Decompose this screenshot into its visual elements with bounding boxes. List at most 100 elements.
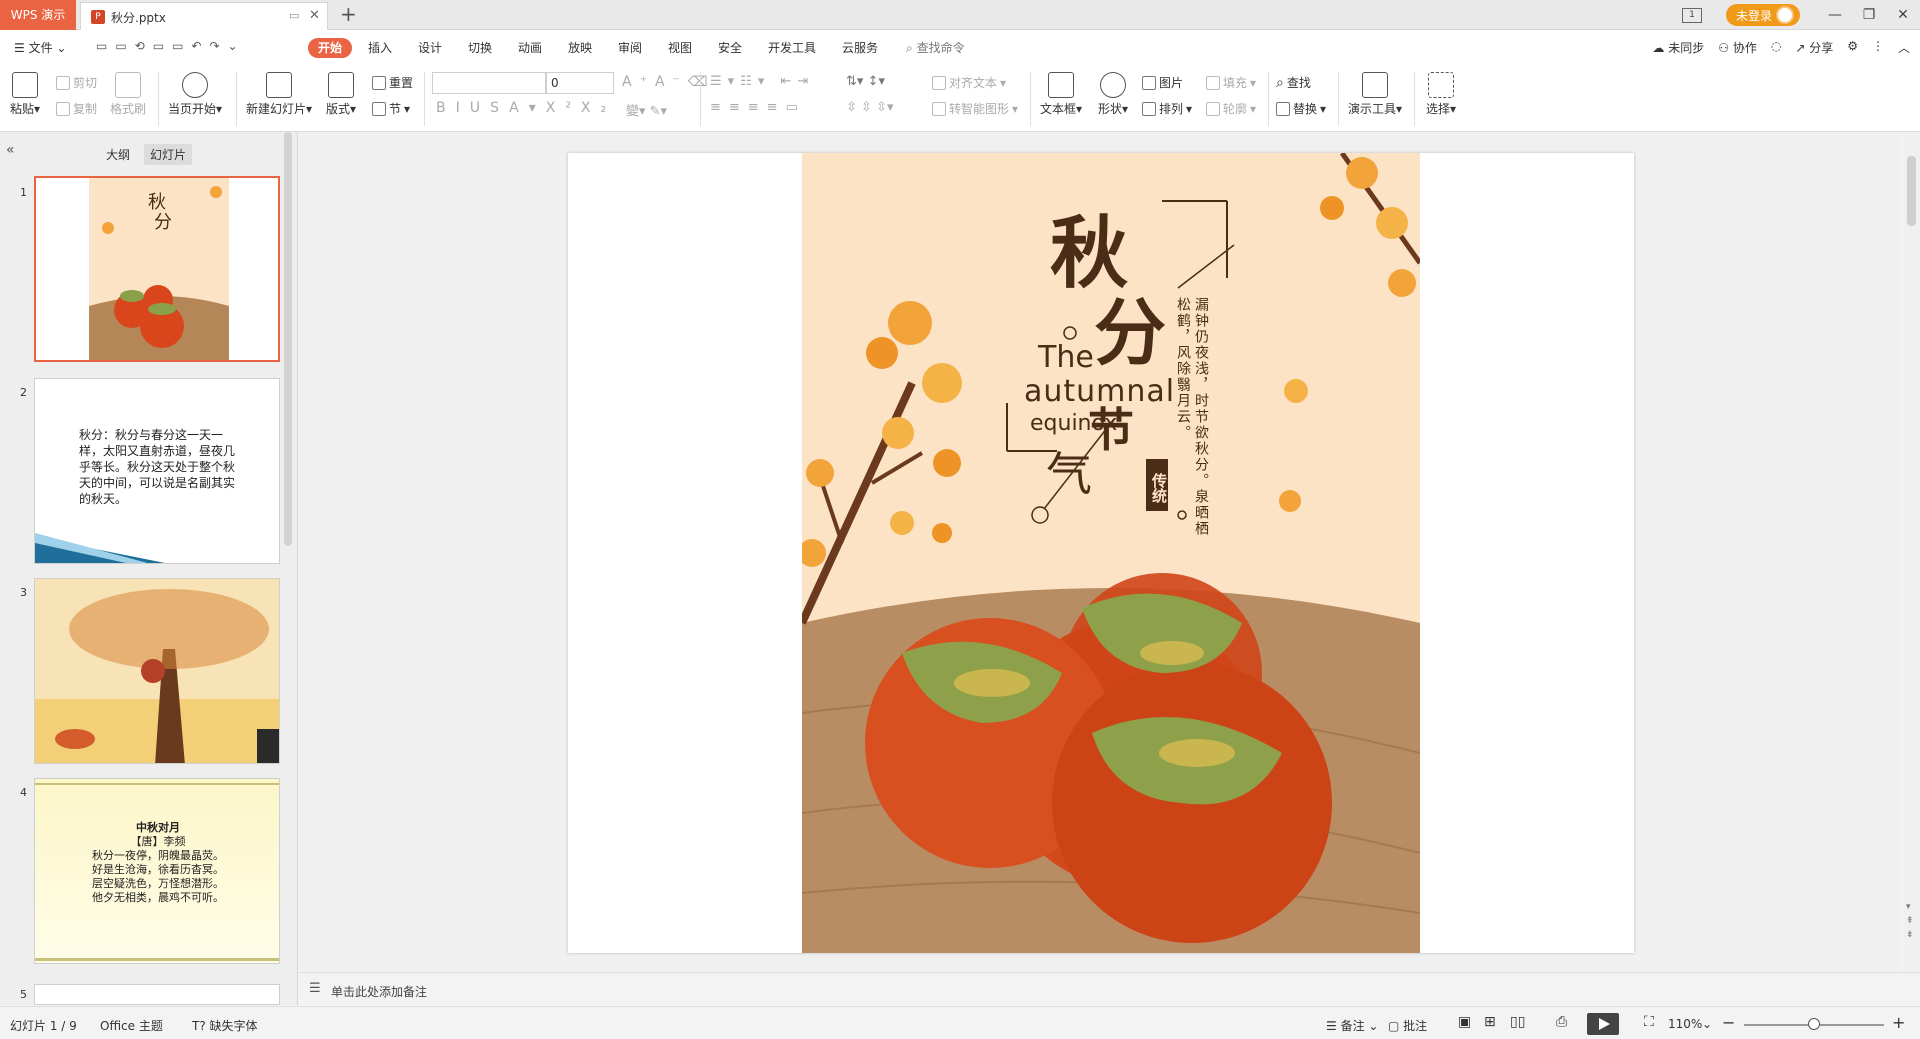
replace-button[interactable]: 替换 ▾ — [1276, 100, 1326, 117]
comments-toggle[interactable]: ▢ 批注 — [1388, 1017, 1427, 1034]
scroll-arrows-icon[interactable]: ▾ ⇞ ⇟ — [1906, 900, 1914, 942]
new-tab-button[interactable]: + — [340, 2, 357, 26]
select-button[interactable]: 选择▾ — [1426, 72, 1456, 117]
sync-status[interactable]: ☁ 未同步 — [1652, 39, 1704, 56]
command-search[interactable]: ⌕ 查找命令 — [906, 39, 965, 56]
tab-view[interactable]: 视图 — [668, 39, 692, 56]
scrollbar-thumb[interactable] — [1907, 156, 1916, 226]
tab-developer[interactable]: 开发工具 — [768, 39, 816, 56]
align-text-label: 对齐文本 — [949, 76, 998, 90]
zoom-dropdown-icon[interactable]: ⌄ — [1702, 1017, 1712, 1031]
zoom-out-icon[interactable]: − — [1722, 1013, 1735, 1032]
normal-view-icon[interactable]: ▣ — [1458, 1014, 1471, 1030]
presenter-tools-button[interactable]: 演示工具▾ — [1348, 72, 1402, 117]
collapse-pane-icon[interactable]: « — [6, 142, 15, 158]
zoom-in-icon[interactable]: + — [1892, 1013, 1905, 1032]
screen-icon[interactable]: ▭ — [289, 9, 299, 22]
slide-thumbnail-4[interactable]: 中秋对月 【唐】李频 秋分一夜停，阴魄最晶荧。 好是生沧海，徐看历杳冥。 层空疑… — [34, 778, 280, 964]
missing-font-label: 缺失字体 — [209, 1019, 258, 1033]
list-icons[interactable]: ☰▾☷▾ ⇤⇥ — [710, 74, 814, 89]
vertical-scrollbar[interactable]: ▾ ⇞ ⇟ — [1903, 132, 1920, 972]
phonetic-icon[interactable]: 變▾ ✎▾ — [626, 100, 667, 119]
more-icon[interactable]: ⋮ — [1872, 39, 1884, 56]
arrange-button[interactable]: 排列 ▾ — [1142, 100, 1192, 117]
share-button[interactable]: ↗ 分享 — [1795, 39, 1833, 56]
app-tab[interactable]: WPS 演示 — [0, 0, 76, 30]
record-icon[interactable]: ⎙ — [1556, 1014, 1567, 1030]
file-menu[interactable]: ☰ 文件 ⌄ — [14, 39, 66, 56]
close-window-icon[interactable]: ✕ — [1886, 7, 1920, 23]
play-slideshow-button[interactable] — [1587, 1013, 1619, 1035]
slide-thumbnail-5[interactable] — [34, 984, 280, 1005]
tab-slides[interactable]: 幻灯片 — [144, 144, 193, 165]
textbox-button[interactable]: 文本框▾ — [1040, 72, 1082, 117]
login-button[interactable]: 未登录 — [1725, 4, 1800, 26]
replace-icon — [1276, 101, 1290, 116]
tab-insert[interactable]: 插入 — [368, 39, 392, 56]
divider — [424, 72, 425, 126]
tab-design[interactable]: 设计 — [418, 39, 442, 56]
comment-icon[interactable]: ◌ — [1771, 39, 1781, 56]
new-slide-button[interactable]: 新建幻灯片▾ — [246, 72, 312, 117]
font-style-icons[interactable]: BIUSA▾X²X₂ — [436, 100, 616, 116]
picture-button[interactable]: 图片 — [1142, 74, 1183, 91]
section-button[interactable]: 节 ▾ — [372, 100, 410, 117]
zoom-slider-handle[interactable] — [1808, 1018, 1820, 1030]
reset-button[interactable]: 重置 — [372, 74, 413, 91]
document-tab[interactable]: P 秋分.pptx ▭ ✕ — [80, 2, 328, 30]
select-icon — [1428, 72, 1455, 98]
theme-name[interactable]: Office 主题 — [100, 1017, 163, 1034]
paragraph-align-icons[interactable]: ≡≡≡≡▭ — [710, 100, 806, 115]
missing-font-button[interactable]: T? 缺失字体 — [192, 1017, 258, 1034]
tab-security[interactable]: 安全 — [718, 39, 742, 56]
line-spacing-icons[interactable]: ⇳ ⇳ ⇳▾ — [846, 100, 893, 115]
find-button[interactable]: ⌕ 查找 — [1276, 74, 1311, 91]
sync-label: 未同步 — [1668, 41, 1705, 55]
restore-icon[interactable]: ❐ — [1852, 7, 1886, 23]
smart-shape-button[interactable]: 转智能图形 ▾ — [932, 100, 1018, 117]
format-painter-button[interactable]: 格式刷 — [110, 72, 146, 117]
collaborate-button[interactable]: ⚇ 协作 — [1718, 39, 1757, 56]
play-from-current-button[interactable]: 当页开始▾ — [168, 72, 222, 117]
slide-title-char: 秋 — [1050, 208, 1129, 299]
font-size-adjust-icons[interactable]: A⁺A⁻⌫ — [622, 74, 716, 90]
notes-area[interactable]: ☰ 单击此处添加备注 — [299, 972, 1920, 1006]
fit-window-icon[interactable]: ⛶ — [1644, 1014, 1654, 1030]
tab-outline[interactable]: 大纲 — [100, 144, 136, 165]
font-size-select[interactable]: 0 — [546, 72, 614, 94]
layout-button[interactable]: 版式▾ — [326, 72, 356, 117]
fill-button[interactable]: 填充 ▾ — [1206, 74, 1256, 91]
outline-button[interactable]: 轮廓 ▾ — [1206, 100, 1256, 117]
tab-review[interactable]: 审阅 — [618, 39, 642, 56]
shape-button[interactable]: 形状▾ — [1098, 72, 1128, 117]
tab-home[interactable]: 开始 — [308, 38, 352, 58]
align-text-button[interactable]: 对齐文本 ▾ — [932, 74, 1006, 91]
text-direction-icon[interactable]: ⇅▾ ↕▾ — [846, 74, 885, 89]
pane-scrollbar[interactable] — [284, 132, 292, 546]
current-slide[interactable]: 秋 分 节 气 The autumnal equinox 传统 漏钟仍夜浅，时节… — [568, 153, 1634, 953]
slide-thumbnail-1[interactable]: 秋 分 — [34, 176, 280, 362]
paste-button[interactable]: 粘贴▾ — [10, 72, 40, 117]
tab-slideshow[interactable]: 放映 — [568, 39, 592, 56]
quick-access-icons[interactable]: ▭▭⟲▭▭↶↷⌄ — [96, 39, 246, 53]
cut-button[interactable]: 剪切 — [56, 74, 97, 91]
slide-title-char: 分 — [1094, 290, 1167, 375]
minimize-icon[interactable]: — — [1818, 7, 1852, 23]
settings-icon[interactable]: ⚙ — [1847, 39, 1858, 56]
collapse-ribbon-icon[interactable]: ︿ — [1898, 39, 1910, 56]
font-family-select[interactable] — [432, 72, 546, 94]
reading-view-icon[interactable]: ▯▯ — [1510, 1014, 1525, 1030]
zoom-level[interactable]: 110% — [1668, 1017, 1702, 1031]
notes-toggle[interactable]: ☰ 备注 ⌄ — [1326, 1017, 1378, 1034]
grid-view-icon[interactable]: ⊞ — [1484, 1014, 1496, 1030]
close-tab-icon[interactable]: ✕ — [309, 8, 320, 23]
tradition-badge: 传统 — [1146, 459, 1168, 511]
slide-thumbnail-2[interactable]: 秋分：秋分与春分这一天一样，太阳又直射赤道，昼夜几乎等长。秋分这天处于整个秋天的… — [34, 378, 280, 564]
slide-editing-area[interactable]: 秋 分 节 气 The autumnal equinox 传统 漏钟仍夜浅，时节… — [299, 132, 1901, 972]
slide-thumbnail-3[interactable] — [34, 578, 280, 764]
copy-button[interactable]: 复制 — [56, 100, 97, 117]
tab-cloud[interactable]: 云服务 — [842, 39, 878, 56]
layout-toggle-icon[interactable]: 1 — [1681, 7, 1702, 23]
tab-transition[interactable]: 切换 — [468, 39, 492, 56]
tab-animation[interactable]: 动画 — [518, 39, 542, 56]
